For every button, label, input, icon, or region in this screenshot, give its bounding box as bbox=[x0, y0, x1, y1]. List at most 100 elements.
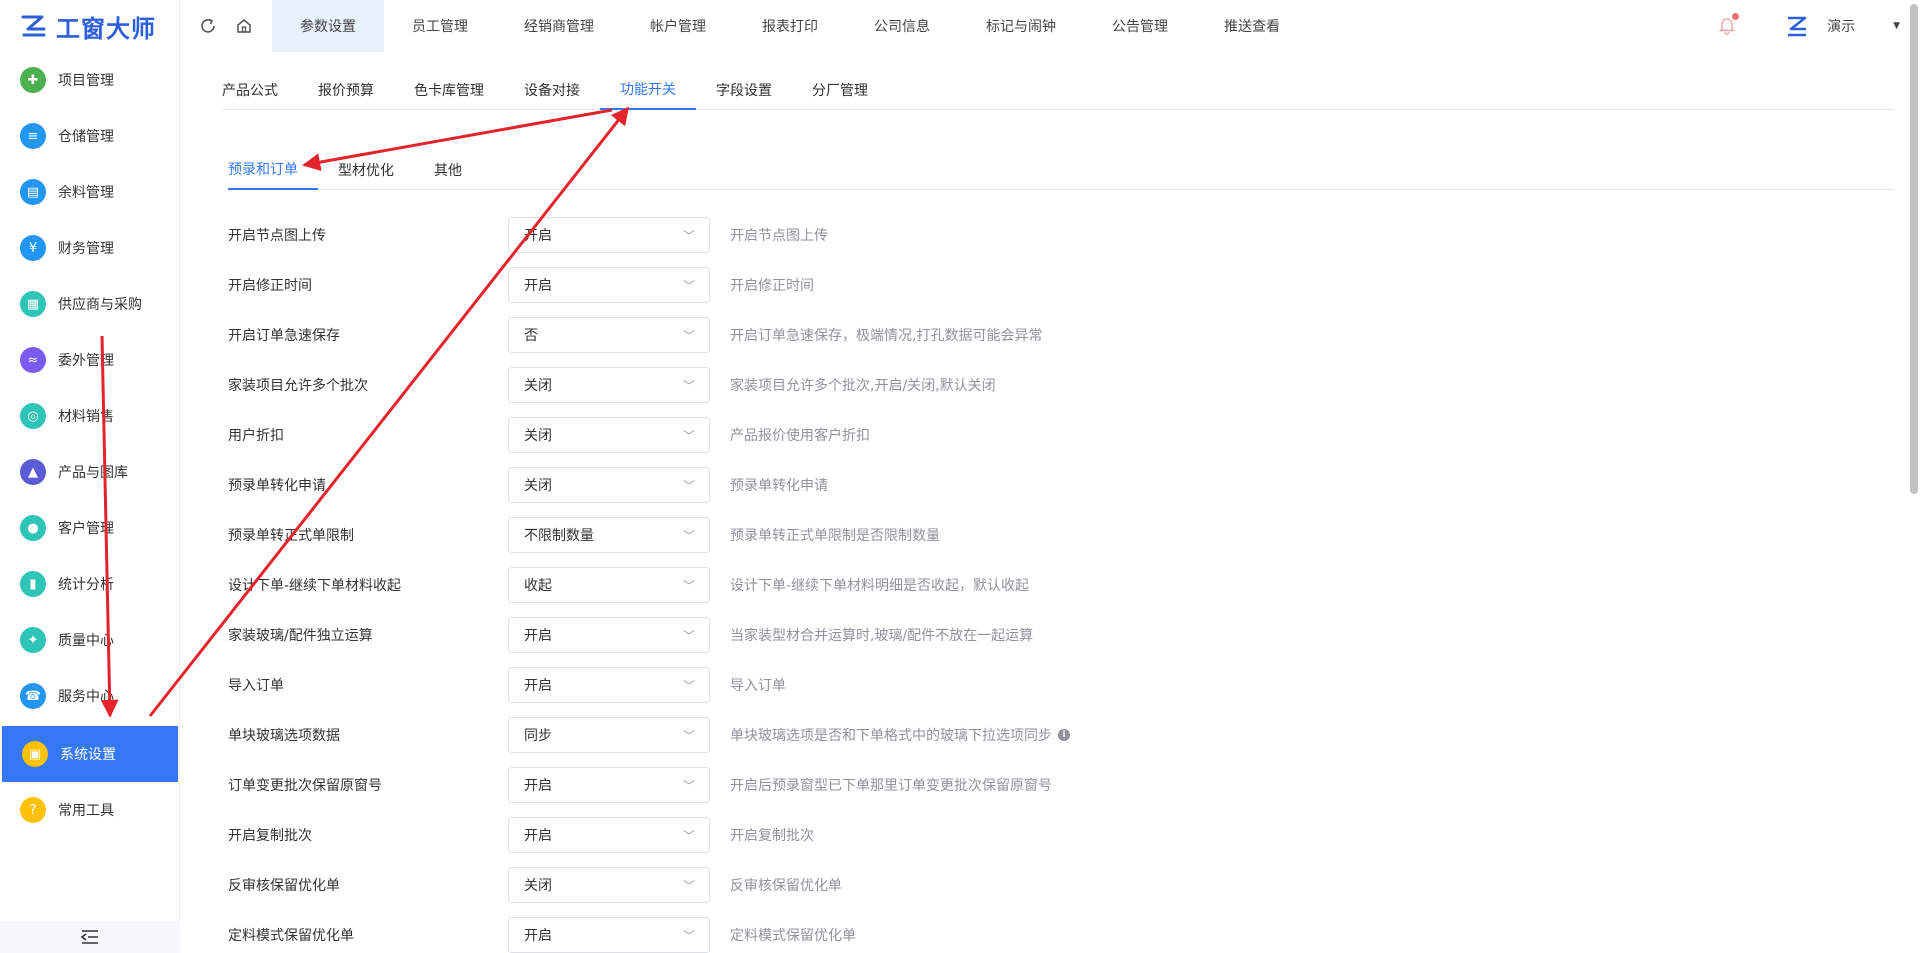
subtab-0[interactable]: 产品公式 bbox=[222, 70, 298, 110]
sidebar-item-label: 仓储管理 bbox=[58, 129, 114, 145]
chevron-down-icon: ﹀ bbox=[682, 378, 695, 393]
subtab-6[interactable]: 分厂管理 bbox=[792, 70, 888, 110]
setting-select[interactable]: 开启 ﹀ bbox=[508, 667, 710, 703]
setting-select[interactable]: 收起 ﹀ bbox=[508, 567, 710, 603]
info-icon[interactable]: i bbox=[1058, 729, 1070, 741]
setting-description-text: 开启后预录窗型已下单那里订单变更批次保留原窗号 bbox=[730, 778, 1052, 794]
setting-row: 开启复制批次 开启 ﹀ 开启复制批次 bbox=[228, 810, 1828, 860]
sidebar-item-label: 产品与图库 bbox=[58, 465, 128, 481]
scrollbar-thumb[interactable] bbox=[1910, 4, 1918, 494]
sidebar-item-12[interactable]: ▣ 系统设置 bbox=[2, 726, 178, 782]
setting-select[interactable]: 开启 ﹀ bbox=[508, 617, 710, 653]
user-name[interactable]: 演示 bbox=[1827, 16, 1855, 36]
setting-label: 预录单转正式单限制 bbox=[228, 528, 354, 544]
setting-description-text: 开启节点图上传 bbox=[730, 228, 828, 244]
sidebar-item-4[interactable]: ▦ 供应商与采购 bbox=[0, 276, 179, 332]
setting-description-text: 开启订单急速保存，极端情况,打孔数据可能会异常 bbox=[730, 328, 1043, 344]
setting-description: 当家装型材合并运算时,玻璃/配件不放在一起运算 bbox=[730, 625, 1033, 645]
user-menu-caret-icon[interactable]: ▼ bbox=[1893, 21, 1900, 31]
setting-label: 开启订单急速保存 bbox=[228, 328, 340, 344]
refresh-icon bbox=[201, 18, 215, 33]
sidebar-item-11[interactable]: ☎ 服务中心 bbox=[0, 668, 179, 724]
top-tab-3[interactable]: 帐户管理 bbox=[622, 0, 734, 52]
quality-icon: ✦ bbox=[20, 627, 46, 653]
setting-select-value: 开启 bbox=[524, 228, 552, 244]
subtab-4[interactable]: 功能开关 bbox=[600, 70, 696, 110]
subtab-1[interactable]: 报价预算 bbox=[298, 70, 394, 110]
setting-select[interactable]: 否 ﹀ bbox=[508, 317, 710, 353]
user-avatar-icon[interactable] bbox=[1785, 14, 1809, 38]
inner-tab-2[interactable]: 其他 bbox=[414, 150, 482, 190]
top-tab-4[interactable]: 报表打印 bbox=[734, 0, 846, 52]
setting-select[interactable]: 开启 ﹀ bbox=[508, 817, 710, 853]
top-nav: 参数设置 员工管理 经销商管理 帐户管理 报表打印 公司信息 标记与闹钟 公告管理 推送查看 演… bbox=[180, 0, 1920, 52]
sidebar-item-8[interactable]: ● 客户管理 bbox=[0, 500, 179, 556]
collapse-sidebar-button[interactable] bbox=[0, 921, 180, 953]
sidebar-item-label: 材料销售 bbox=[58, 409, 114, 425]
sidebar-item-3[interactable]: ¥ 财务管理 bbox=[0, 220, 179, 276]
setting-select[interactable]: 同步 ﹀ bbox=[508, 717, 710, 753]
setting-select[interactable]: 不限制数量 ﹀ bbox=[508, 517, 710, 553]
setting-select[interactable]: 开启 ﹀ bbox=[508, 917, 710, 953]
setting-label: 用户折扣 bbox=[228, 428, 284, 444]
chevron-down-icon: ﹀ bbox=[682, 828, 695, 843]
top-right-area: 演示 ▼ bbox=[1717, 0, 1900, 52]
app-logo[interactable]: 工窗大师 bbox=[0, 0, 179, 52]
refresh-button[interactable] bbox=[190, 0, 226, 52]
sidebar-item-13[interactable]: ? 常用工具 bbox=[0, 782, 179, 838]
setting-select[interactable]: 关闭 ﹀ bbox=[508, 417, 710, 453]
top-tab-7[interactable]: 公告管理 bbox=[1084, 0, 1196, 52]
layers-icon: ≡ bbox=[20, 123, 46, 149]
setting-select[interactable]: 关闭 ﹀ bbox=[508, 367, 710, 403]
notification-button[interactable] bbox=[1717, 13, 1740, 37]
setting-select[interactable]: 开启 ﹀ bbox=[508, 217, 710, 253]
setting-select[interactable]: 关闭 ﹀ bbox=[508, 467, 710, 503]
subtab-3[interactable]: 设备对接 bbox=[504, 70, 600, 110]
chevron-down-icon: ﹀ bbox=[682, 228, 695, 243]
sidebar-item-9[interactable]: ▮ 统计分析 bbox=[0, 556, 179, 612]
top-tab-8[interactable]: 推送查看 bbox=[1196, 0, 1308, 52]
subtab-2[interactable]: 色卡库管理 bbox=[394, 70, 504, 110]
switch-category-tabs: 预录和订单 型材优化 其他 bbox=[228, 150, 1894, 190]
sidebar-item-label: 常用工具 bbox=[58, 803, 114, 819]
setting-select[interactable]: 开启 ﹀ bbox=[508, 267, 710, 303]
collapse-icon bbox=[80, 930, 98, 944]
setting-label: 家装玻璃/配件独立运算 bbox=[228, 628, 373, 644]
top-tab-1[interactable]: 员工管理 bbox=[384, 0, 496, 52]
top-tab-2[interactable]: 经销商管理 bbox=[496, 0, 622, 52]
setting-row: 预录单转化申请 关闭 ﹀ 预录单转化申请 bbox=[228, 460, 1828, 510]
setting-row: 反审核保留优化单 关闭 ﹀ 反审核保留优化单 bbox=[228, 860, 1828, 910]
setting-row: 订单变更批次保留原窗号 开启 ﹀ 开启后预录窗型已下单那里订单变更批次保留原窗号 bbox=[228, 760, 1828, 810]
subtab-5[interactable]: 字段设置 bbox=[696, 70, 792, 110]
sidebar-item-6[interactable]: ◎ 材料销售 bbox=[0, 388, 179, 444]
setting-label: 订单变更批次保留原窗号 bbox=[228, 778, 382, 794]
setting-description: 定料模式保留优化单 bbox=[730, 925, 856, 945]
top-tab-6[interactable]: 标记与闹钟 bbox=[958, 0, 1084, 52]
setting-select-value: 收起 bbox=[524, 578, 552, 594]
sidebar-item-label: 服务中心 bbox=[58, 689, 114, 705]
chevron-down-icon: ﹀ bbox=[682, 778, 695, 793]
inner-tab-1[interactable]: 型材优化 bbox=[318, 150, 414, 190]
setting-select[interactable]: 关闭 ﹀ bbox=[508, 867, 710, 903]
sidebar-item-label: 余料管理 bbox=[58, 185, 114, 201]
top-tab-5[interactable]: 公司信息 bbox=[846, 0, 958, 52]
sidebar-item-1[interactable]: ≡ 仓储管理 bbox=[0, 108, 179, 164]
setting-row: 用户折扣 关闭 ﹀ 产品报价使用客户折扣 bbox=[228, 410, 1828, 460]
setting-select-value: 关闭 bbox=[524, 428, 552, 444]
chevron-down-icon: ﹀ bbox=[682, 728, 695, 743]
top-tab-0[interactable]: 参数设置 bbox=[272, 0, 384, 52]
setting-description-text: 反审核保留优化单 bbox=[730, 878, 842, 894]
sidebar-item-10[interactable]: ✦ 质量中心 bbox=[0, 612, 179, 668]
sidebar-item-2[interactable]: ▤ 余料管理 bbox=[0, 164, 179, 220]
sidebar-item-5[interactable]: ≈ 委外管理 bbox=[0, 332, 179, 388]
setting-description-text: 导入订单 bbox=[730, 678, 786, 694]
setting-select-value: 不限制数量 bbox=[524, 528, 594, 544]
sidebar-item-0[interactable]: ✚ 项目管理 bbox=[0, 52, 179, 108]
home-button[interactable] bbox=[226, 0, 262, 52]
finance-icon: ¥ bbox=[20, 235, 46, 261]
sidebar-item-label: 委外管理 bbox=[58, 353, 114, 369]
sidebar-item-7[interactable]: ▲ 产品与图库 bbox=[0, 444, 179, 500]
setting-description: 单块玻璃选项是否和下单格式中的玻璃下拉选项同步 i bbox=[730, 725, 1070, 745]
setting-select[interactable]: 开启 ﹀ bbox=[508, 767, 710, 803]
inner-tab-0[interactable]: 预录和订单 bbox=[228, 150, 318, 190]
